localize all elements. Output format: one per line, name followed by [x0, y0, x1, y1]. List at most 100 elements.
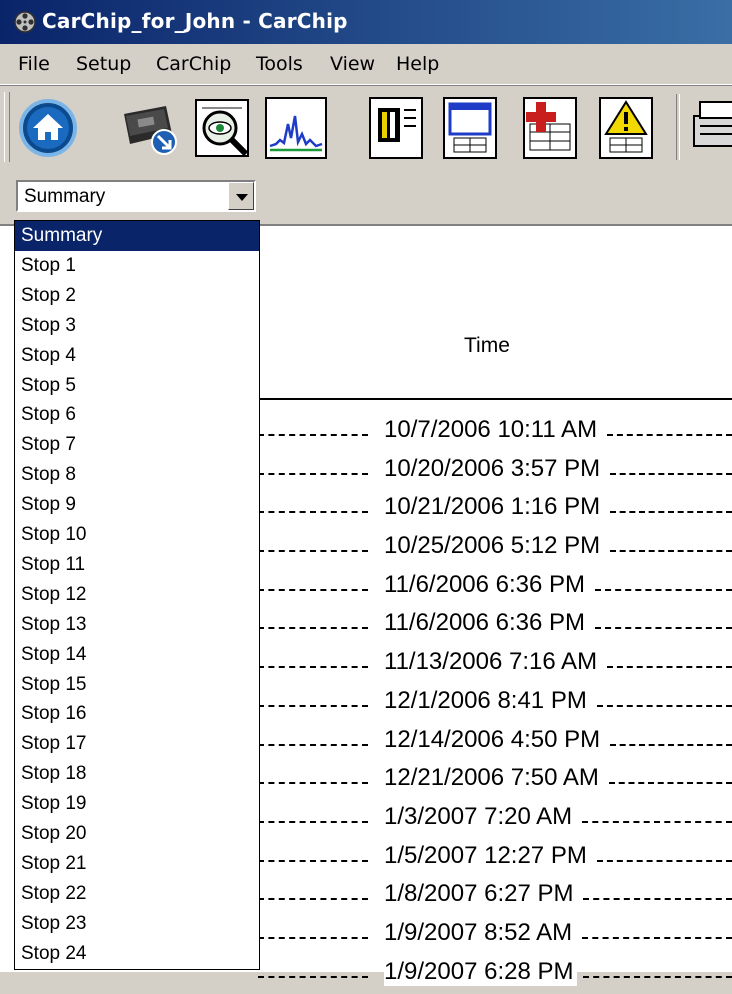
menu-help[interactable]: Help — [396, 53, 439, 75]
dropdown-option[interactable]: Stop 8 — [15, 460, 259, 490]
leader-dots — [583, 975, 732, 978]
leader-dots — [609, 782, 732, 785]
dropdown-option[interactable]: Stop 4 — [15, 341, 259, 371]
table-row: 11/6/2006 6:36 PM — [258, 607, 732, 646]
dropdown-option[interactable]: Stop 17 — [15, 729, 259, 759]
download-icon — [124, 106, 177, 155]
leader-dots — [595, 588, 732, 591]
trip-time: 11/13/2006 7:16 AM — [384, 648, 602, 677]
leader-dots — [582, 936, 732, 939]
dropdown-option[interactable]: Stop 14 — [15, 640, 259, 670]
leader-dots — [607, 434, 732, 436]
trip-time: 12/21/2006 7:50 AM — [384, 764, 603, 793]
dropdown-option[interactable]: Stop 15 — [15, 670, 259, 700]
menu-view[interactable]: View — [330, 53, 375, 75]
trip-time: 11/6/2006 6:36 PM — [384, 570, 590, 599]
dropdown-option[interactable]: Stop 9 — [15, 490, 259, 520]
leader-dots — [610, 550, 732, 553]
dropdown-option[interactable]: Stop 10 — [15, 520, 259, 550]
time-column-header: Time — [464, 334, 510, 357]
trip-time: 10/21/2006 1:16 PM — [384, 493, 605, 522]
print-button[interactable] — [686, 94, 732, 162]
dropdown-option[interactable]: Stop 2 — [15, 281, 259, 311]
leader-dots — [610, 472, 732, 475]
dropdown-option[interactable]: Stop 21 — [15, 849, 259, 879]
dropdown-option[interactable]: Stop 5 — [15, 371, 259, 401]
leader-dots — [258, 782, 368, 785]
dropdown-option[interactable]: Stop 20 — [15, 819, 259, 849]
window-report-button[interactable] — [436, 94, 504, 162]
menu-carchip[interactable]: CarChip — [156, 53, 231, 75]
report-button[interactable] — [362, 94, 430, 162]
dropdown-option[interactable]: Stop 24 — [15, 939, 259, 969]
table-row: 12/14/2006 4:50 PM — [258, 724, 732, 763]
combo-dropdown-button[interactable] — [228, 182, 254, 210]
table-row: 10/25/2006 5:12 PM — [258, 530, 732, 569]
menu-setup[interactable]: Setup — [76, 53, 131, 75]
leader-dots — [597, 859, 732, 862]
header-divider — [258, 398, 732, 400]
leader-dots — [583, 898, 732, 901]
table-row: 1/8/2007 6:27 PM — [258, 878, 732, 917]
menu-tools[interactable]: Tools — [256, 53, 303, 75]
toolbar — [0, 85, 732, 171]
dropdown-option[interactable]: Stop 7 — [15, 430, 259, 460]
film-reel-icon — [14, 11, 36, 33]
dropdown-option[interactable]: Stop 1 — [15, 251, 259, 281]
dropdown-option[interactable]: Stop 19 — [15, 789, 259, 819]
graph-button[interactable] — [262, 94, 330, 162]
dropdown-option[interactable]: Stop 18 — [15, 759, 259, 789]
leader-dots — [258, 434, 368, 436]
window-title: CarChip_for_John - CarChip — [42, 9, 348, 33]
dropdown-option[interactable]: Stop 13 — [15, 610, 259, 640]
trip-time: 12/14/2006 4:50 PM — [384, 725, 605, 754]
dropdown-option[interactable]: Stop 23 — [15, 909, 259, 939]
selector-bar: Summary — [0, 170, 732, 224]
leader-dots — [610, 511, 732, 514]
table-row: 10/20/2006 3:57 PM — [258, 453, 732, 492]
time-rows: 10/7/2006 10:11 AM 10/20/2006 3:57 PM 10/2… — [258, 414, 732, 994]
report-icon — [369, 97, 423, 159]
trip-time: 10/7/2006 10:11 AM — [384, 416, 602, 444]
dropdown-option[interactable]: Stop 16 — [15, 699, 259, 729]
trip-time: 10/25/2006 5:12 PM — [384, 532, 605, 561]
leader-dots — [258, 859, 368, 862]
window-report-icon — [443, 97, 497, 159]
trip-time: 12/1/2006 8:41 PM — [384, 686, 591, 715]
dropdown-option[interactable]: Stop 6 — [15, 400, 259, 430]
leader-dots — [258, 588, 368, 591]
trip-time: 1/9/2007 6:28 PM — [384, 957, 578, 986]
title-bar: CarChip_for_John - CarChip — [0, 0, 732, 44]
alerts-report-button[interactable] — [592, 94, 660, 162]
dropdown-option[interactable]: Stop 22 — [15, 879, 259, 909]
dropdown-option[interactable]: Stop 3 — [15, 311, 259, 341]
leader-dots — [258, 704, 368, 707]
table-row: 12/1/2006 8:41 PM — [258, 685, 732, 724]
stop-dropdown-list: Summary Stop 1 Stop 2 Stop 3 Stop 4 Stop 5 Sto… — [14, 220, 260, 970]
leader-dots — [595, 627, 732, 630]
table-row: 11/13/2006 7:16 AM — [258, 646, 732, 685]
trip-time: 10/20/2006 3:57 PM — [384, 454, 605, 483]
printer-icon — [693, 101, 732, 147]
leader-dots — [258, 898, 368, 901]
dropdown-option[interactable]: Summary — [15, 221, 259, 251]
table-row: 10/7/2006 10:11 AM — [258, 414, 732, 453]
leader-dots — [610, 743, 732, 746]
leader-dots — [258, 627, 368, 630]
leader-dots — [258, 743, 368, 746]
alert-report-icon — [599, 97, 653, 159]
leader-dots — [258, 820, 368, 823]
dropdown-option[interactable]: Stop 12 — [15, 580, 259, 610]
maintenance-report-button[interactable] — [516, 94, 584, 162]
menu-bar: File Setup CarChip Tools View Help — [0, 44, 732, 85]
table-row: 1/3/2007 7:20 AM — [258, 801, 732, 840]
dropdown-option[interactable]: Stop 11 — [15, 550, 259, 580]
home-button[interactable] — [14, 94, 82, 162]
chevron-down-icon — [236, 194, 248, 201]
download-button[interactable] — [116, 94, 184, 162]
menu-file[interactable]: File — [18, 53, 50, 75]
table-row: 1/5/2007 12:27 PM — [258, 840, 732, 879]
view-data-button[interactable] — [190, 94, 258, 162]
leader-dots — [258, 472, 368, 475]
stop-selector-combo[interactable]: Summary — [16, 180, 256, 212]
